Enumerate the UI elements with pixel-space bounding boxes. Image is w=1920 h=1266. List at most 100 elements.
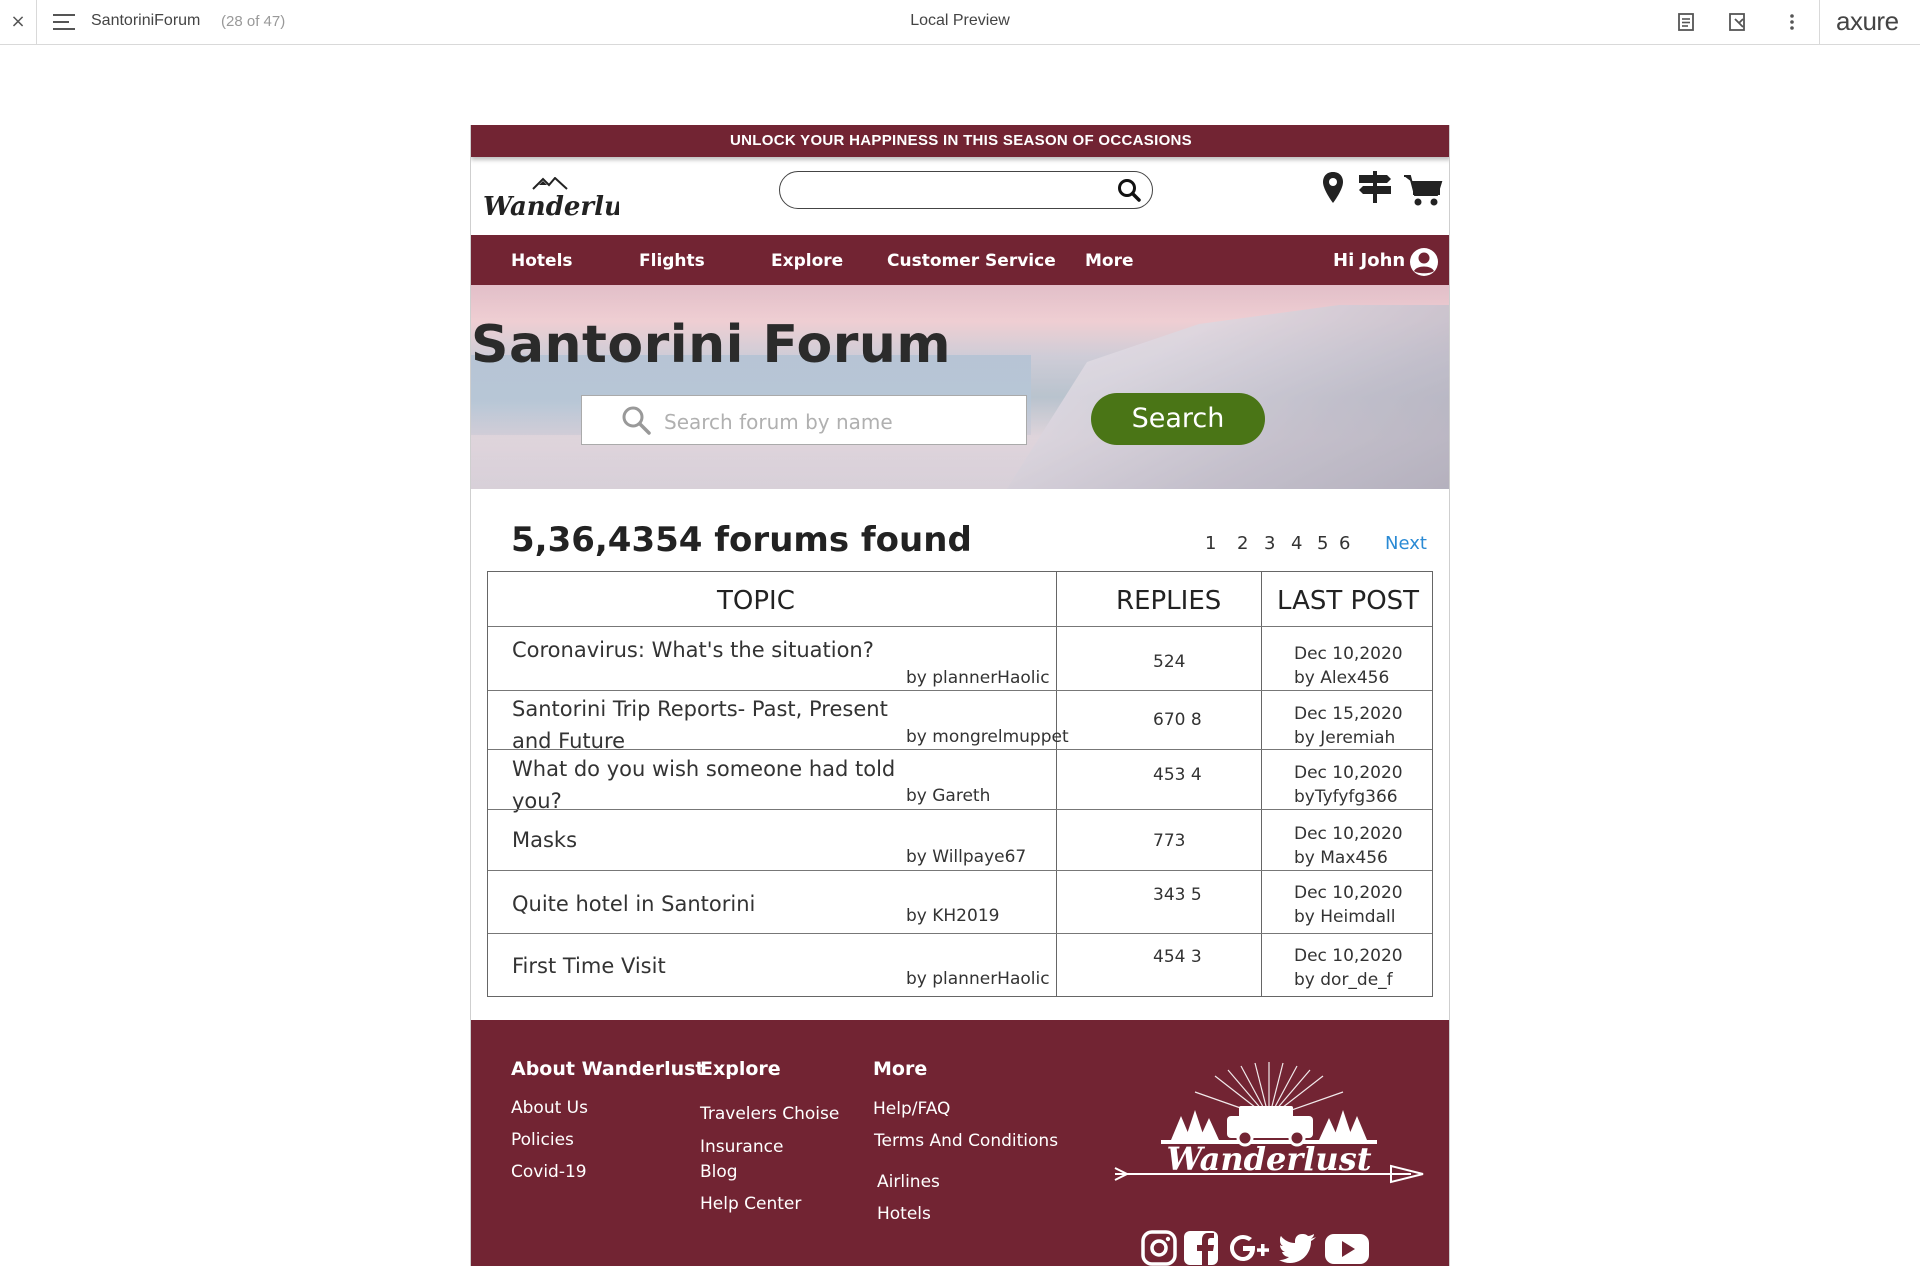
hero-banner: Santorini Forum Search [471,285,1449,489]
last-post-author[interactable]: by Max456 [1294,846,1388,870]
shopping-cart-icon[interactable] [1403,173,1443,207]
nav-explore[interactable]: Explore [771,235,843,287]
topic-author[interactable]: by plannerHaolic [906,668,1050,688]
topic-author[interactable]: by KH2019 [906,906,999,926]
last-post-date: Dec 15,2020 [1294,704,1403,724]
nav-flights[interactable]: Flights [639,235,705,287]
topic-link[interactable]: Coronavirus: What's the situation? [512,634,932,666]
youtube-icon[interactable] [1323,1228,1371,1266]
next-page-link[interactable]: Next [1385,533,1427,554]
page-title: Santorini Forum [471,315,952,375]
header-divider [488,626,1432,627]
last-post-date: Dec 10,2020 [1294,763,1403,783]
page-name[interactable]: SantoriniForum [91,12,200,30]
menu-icon[interactable] [53,14,75,30]
footer-heading-about: About Wanderlust [511,1058,705,1080]
footer-link-hotels[interactable]: Hotels [877,1204,931,1224]
svg-text:Wanderlust: Wanderlust [1167,1140,1372,1178]
last-post-date: Dec 10,2020 [1294,644,1403,664]
reply-count: 773 [1153,831,1186,851]
row-divider [488,690,1432,691]
twitter-icon[interactable] [1279,1228,1319,1266]
last-post-author[interactable]: by Alex456 [1294,666,1389,690]
instagram-icon[interactable] [1139,1228,1179,1266]
site-header: Wanderlust [471,157,1449,235]
page-link-5[interactable]: 5 [1317,533,1328,554]
footer-link-help-faq[interactable]: Help/FAQ [873,1099,950,1119]
footer-link-airlines[interactable]: Airlines [877,1172,940,1192]
topic-author[interactable]: by Gareth [906,786,990,806]
row-divider [488,809,1432,810]
page-link-4[interactable]: 4 [1291,533,1302,554]
footer-link-terms[interactable]: Terms And Conditions [874,1131,1058,1151]
search-button[interactable]: Search [1091,393,1265,445]
page-canvas: UNLOCK YOUR HAPPINESS IN THIS SEASON OF … [470,125,1450,1266]
user-avatar-icon[interactable] [1409,247,1439,277]
inspect-icon[interactable] [1726,10,1750,34]
reply-count: 670 8 [1153,710,1202,730]
column-header-replies: REPLIES [1116,586,1222,616]
page-link-2[interactable]: 2 [1237,533,1248,554]
last-post-author[interactable]: by Heimdall [1294,905,1395,929]
last-post-author[interactable]: by dor_de_f [1294,968,1393,992]
last-post-date: Dec 10,2020 [1294,883,1403,903]
page-link-1[interactable]: 1 [1205,533,1216,554]
google-plus-icon[interactable] [1227,1228,1273,1266]
forum-table: TOPIC REPLIES LAST POST Coronavirus: Wha… [487,571,1433,997]
notes-icon[interactable] [1674,10,1698,34]
axure-logo[interactable]: axure [1836,6,1899,37]
header-search-input[interactable] [779,171,1153,209]
reply-count: 454 3 [1153,947,1202,967]
topic-link[interactable]: Quite hotel in Santorini [512,888,932,920]
row-divider [488,933,1432,934]
facebook-icon[interactable] [1181,1228,1221,1266]
last-post-author[interactable]: by Jeremiah [1294,726,1395,750]
footer-link-policies[interactable]: Policies [511,1130,574,1150]
column-header-last-post: LAST POST [1277,586,1420,616]
last-post-author[interactable]: byTyfyfg366 [1294,785,1398,809]
footer-link-help-center[interactable]: Help Center [700,1194,801,1214]
topic-author[interactable]: by mongrelmuppet [906,727,1069,747]
main-nav: Hotels Flights Explore Customer Service … [471,235,1449,287]
footer-link-insurance[interactable]: Insurance [700,1137,783,1157]
site-footer: About Wanderlust About Us Policies Covid… [471,1020,1449,1266]
search-icon[interactable] [1116,177,1142,203]
row-divider [488,749,1432,750]
last-post-date: Dec 10,2020 [1294,824,1403,844]
more-options-icon[interactable] [1780,10,1804,34]
forum-search-field[interactable] [581,395,1027,445]
footer-link-travelers-choise[interactable]: Travelers Choise [700,1104,839,1124]
preview-mode-label: Local Preview [910,12,1010,29]
svg-text:Wanderlust: Wanderlust [483,192,619,221]
search-icon [622,406,651,435]
wanderlust-footer-logo[interactable]: Wanderlust [1111,1058,1427,1190]
footer-heading-more: More [873,1058,928,1080]
page-link-6[interactable]: 6 [1339,533,1350,554]
topic-link[interactable]: What do you wish someone had told you? [512,753,932,817]
reply-count: 453 4 [1153,765,1202,785]
topic-link[interactable]: Santorini Trip Reports- Past, Present an… [512,693,932,757]
column-header-topic: TOPIC [717,586,795,616]
nav-customer-service[interactable]: Customer Service [887,235,1056,287]
page-count: (28 of 47) [221,13,286,30]
user-greeting[interactable]: Hi John [1333,235,1405,287]
wanderlust-logo[interactable]: Wanderlust [481,177,619,221]
nav-hotels[interactable]: Hotels [511,235,573,287]
topic-author[interactable]: by Willpaye67 [906,847,1026,867]
toolbar-divider [1819,0,1820,44]
topic-link[interactable]: First Time Visit [512,950,932,982]
location-pin-icon[interactable] [1321,171,1345,205]
results-count: 5,36,4354 forums found [511,520,972,560]
forum-search-input[interactable] [662,406,1006,438]
close-icon[interactable]: × [0,0,37,44]
reply-count: 524 [1153,652,1186,672]
page-link-3[interactable]: 3 [1264,533,1275,554]
nav-more[interactable]: More [1085,235,1134,287]
footer-link-blog[interactable]: Blog [700,1162,738,1182]
signpost-icon[interactable] [1357,171,1393,203]
footer-link-about-us[interactable]: About Us [511,1098,588,1118]
footer-link-covid[interactable]: Covid-19 [511,1162,587,1182]
topic-author[interactable]: by plannerHaolic [906,969,1050,989]
topic-link[interactable]: Masks [512,824,932,856]
promo-banner[interactable]: UNLOCK YOUR HAPPINESS IN THIS SEASON OF … [471,125,1449,157]
